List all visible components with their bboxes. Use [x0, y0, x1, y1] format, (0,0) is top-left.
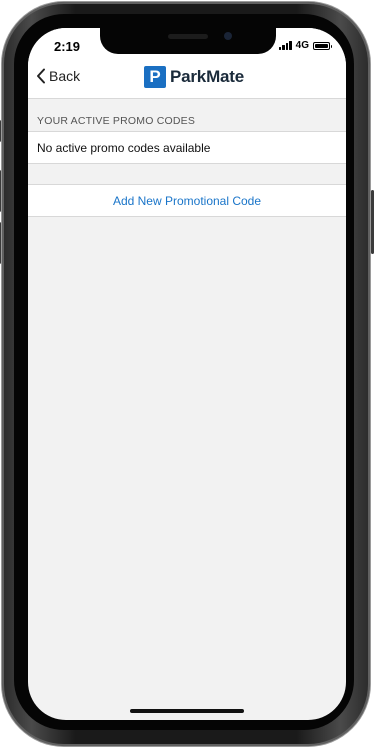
add-promo-code-label: Add New Promotional Code	[112, 194, 262, 208]
notch	[100, 28, 276, 54]
section-header: YOUR ACTIVE PROMO CODES	[37, 115, 196, 127]
phone-device: 2:19 4G Back P ParkMate YOUR ACTIVE PROM…	[0, 0, 376, 750]
status-time: 2:19	[54, 39, 81, 54]
empty-message: No active promo codes available	[37, 141, 211, 155]
add-promo-code-button[interactable]: Add New Promotional Code	[28, 184, 346, 217]
parkmate-logo: P	[144, 66, 166, 88]
battery-icon	[313, 41, 332, 50]
app-brand: P ParkMate	[144, 66, 244, 88]
navigation-bar: Back P ParkMate	[28, 62, 346, 99]
status-indicators: 4G	[278, 40, 332, 51]
app-name: ParkMate	[170, 67, 244, 86]
home-indicator[interactable]	[130, 709, 244, 713]
battery-fill	[315, 43, 328, 48]
network-type: 4G	[295, 40, 309, 51]
screen: 2:19 4G Back P ParkMate YOUR ACTIVE PROM…	[28, 28, 346, 720]
power-button	[371, 190, 374, 254]
back-label: Back	[49, 68, 81, 84]
empty-state-cell: No active promo codes available	[28, 131, 346, 164]
cellular-signal-icon	[278, 41, 292, 50]
front-camera	[224, 32, 232, 40]
back-button[interactable]: Back	[36, 68, 80, 84]
chevron-left-icon	[37, 68, 45, 84]
speaker-grille	[168, 34, 208, 39]
